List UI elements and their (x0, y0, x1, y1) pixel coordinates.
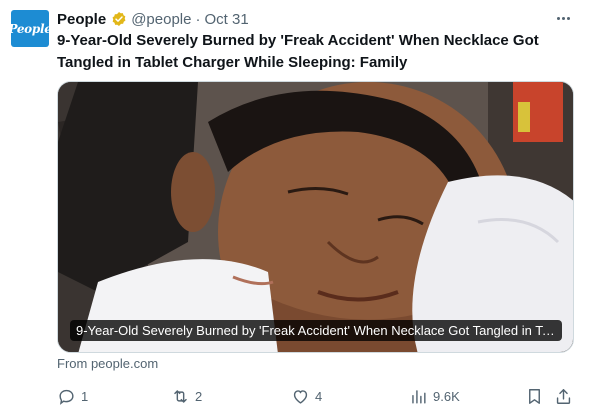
photo-illustration (58, 82, 573, 352)
verified-badge-icon (112, 12, 126, 26)
author-handle[interactable]: @people (131, 11, 191, 28)
views-count: 9.6K (433, 388, 460, 404)
reply-button[interactable]: 1 (57, 383, 88, 409)
avatar[interactable]: People (8, 10, 52, 47)
tweet-date[interactable]: Oct 31 (204, 11, 248, 28)
tweet-text: 9-Year-Old Severely Burned by 'Freak Acc… (57, 32, 539, 71)
retweet-button[interactable]: 2 (171, 383, 202, 409)
like-count: 4 (315, 388, 323, 404)
card-caption: 9-Year-Old Severely Burned by 'Freak Acc… (70, 320, 562, 341)
like-button[interactable]: 4 (291, 383, 322, 409)
retweet-icon (174, 389, 187, 403)
author-name[interactable]: People (57, 11, 106, 28)
share-icon (556, 388, 571, 404)
card-source[interactable]: From people.com (57, 356, 158, 371)
separator-dot: · (195, 10, 201, 28)
more-icon[interactable] (553, 8, 573, 28)
retweet-count: 2 (195, 388, 203, 404)
bookmark-button[interactable] (525, 383, 544, 409)
views-icon (412, 389, 426, 404)
tweet-header: People @people · Oct 31 (57, 9, 249, 29)
bookmark-icon (529, 388, 540, 404)
avatar-logo-text: People (8, 21, 52, 36)
views-button[interactable]: 9.6K (409, 383, 460, 409)
link-card-image[interactable]: 9-Year-Old Severely Burned by 'Freak Acc… (57, 81, 574, 353)
reply-icon (59, 389, 74, 405)
share-button[interactable] (554, 383, 573, 409)
action-bar: 1 2 4 9.6K (57, 383, 577, 409)
reply-count: 1 (81, 388, 89, 404)
like-icon (293, 389, 308, 404)
